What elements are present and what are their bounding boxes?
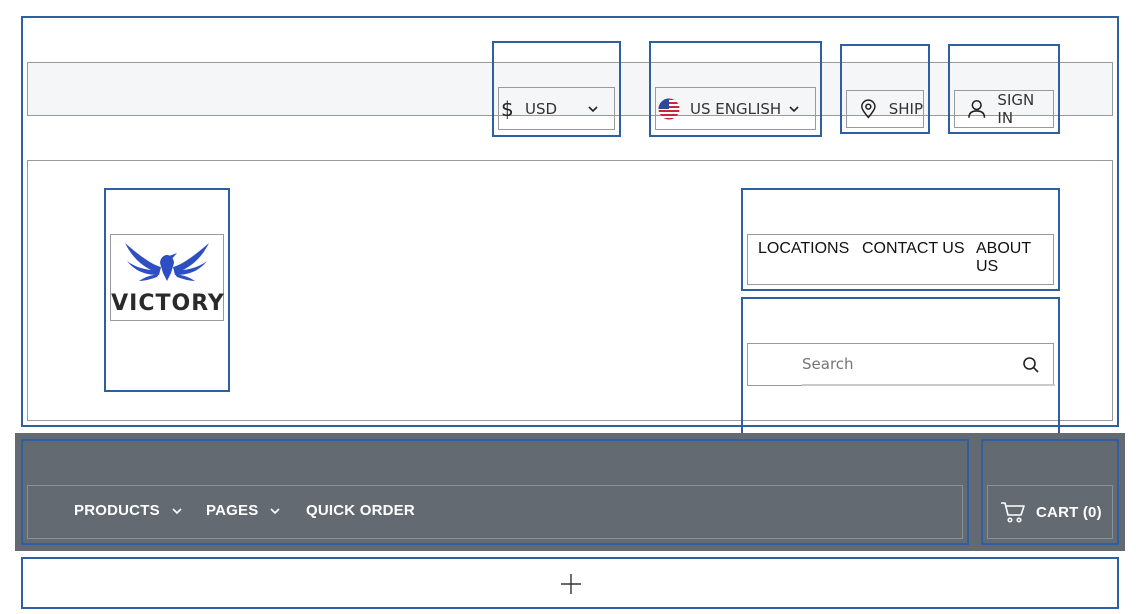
language-label: US ENGLISH	[690, 99, 782, 118]
nav-item-products-label: PRODUCTS	[74, 502, 160, 519]
nav-item-quick-order-label: QUICK ORDER	[306, 502, 415, 519]
currency-selector[interactable]: $ USD	[498, 87, 615, 130]
search-icon[interactable]	[1022, 356, 1040, 374]
user-icon	[968, 99, 986, 118]
search-input[interactable]	[802, 344, 1002, 384]
logo-text: VICTORY	[111, 291, 225, 316]
language-selector[interactable]: US ENGLISH	[655, 87, 816, 130]
ship-link[interactable]: SHIP	[846, 90, 924, 128]
cart-button[interactable]: CART (0)	[987, 485, 1113, 539]
cart-label: CART (0)	[1036, 503, 1102, 521]
search-underline	[802, 384, 1055, 386]
currency-label: USD	[525, 99, 558, 118]
chevron-down-icon	[172, 507, 182, 514]
location-pin-icon	[861, 99, 876, 119]
nav-link-contact-us[interactable]: CONTACT US	[862, 240, 965, 258]
us-flag-icon	[658, 98, 680, 119]
nav-item-quick-order[interactable]: QUICK ORDER	[306, 502, 415, 519]
nav-item-pages-label: PAGES	[206, 502, 259, 519]
nav-item-pages[interactable]: PAGES	[206, 502, 282, 519]
add-section-button[interactable]	[21, 557, 1119, 609]
nav-link-about-us[interactable]: ABOUT US	[976, 240, 1053, 276]
logo[interactable]: VICTORY	[110, 234, 224, 321]
ship-label: SHIP	[888, 100, 923, 118]
cart-icon	[1001, 502, 1025, 523]
plus-icon	[561, 574, 581, 594]
search-box	[747, 343, 1055, 386]
main-nav: PRODUCTS PAGES QUICK ORDER	[27, 485, 963, 539]
chevron-down-icon	[270, 507, 280, 514]
chevron-down-icon	[588, 105, 598, 112]
sign-in-link[interactable]: SIGN IN	[954, 90, 1054, 128]
nav-link-locations[interactable]: LOCATIONS	[758, 240, 849, 258]
chevron-down-icon	[789, 105, 799, 112]
eagle-icon	[125, 243, 209, 281]
nav-item-products[interactable]: PRODUCTS	[74, 502, 184, 519]
dollar-icon: $	[501, 96, 514, 121]
sign-in-label: SIGN IN	[997, 91, 1035, 127]
top-nav: LOCATIONS CONTACT US ABOUT US	[747, 234, 1054, 285]
